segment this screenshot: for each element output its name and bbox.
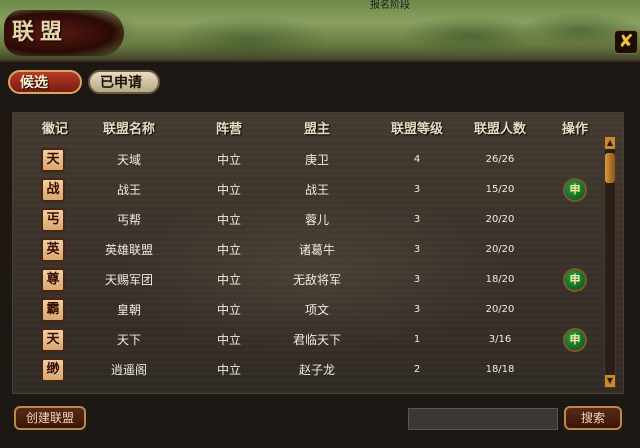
alliance-emblem: 战 <box>41 178 65 202</box>
header-level: 联盟等级 <box>390 122 443 137</box>
table-row[interactable]: 丐 丐帮 中立 蓉儿 3 20/20 <box>13 205 603 235</box>
table-header: 徽记 联盟名称 阵营 盟主 联盟等级 联盟人数 操作 <box>13 119 603 141</box>
alliance-emblem: 英 <box>41 238 65 262</box>
window-title: 联盟 <box>12 19 69 45</box>
alliance-name: 天赐军团 <box>104 273 153 287</box>
alliance-name: 天域 <box>116 153 141 167</box>
alliance-level: 2 <box>413 364 421 375</box>
header-alliance-name: 联盟名称 <box>102 122 155 137</box>
alliance-leader: 战王 <box>304 183 329 197</box>
search-button[interactable]: 搜索 <box>564 406 622 430</box>
alliance-name: 皇朝 <box>116 303 141 317</box>
alliance-name: 丐帮 <box>116 213 141 227</box>
alliance-members: 3/16 <box>488 334 512 345</box>
alliance-level: 4 <box>413 154 421 165</box>
alliance-emblem: 丐 <box>41 208 65 232</box>
table-row[interactable]: 天 天域 中立 庚卫 4 26/26 <box>13 145 603 175</box>
table-row[interactable]: 缈 逍遥阁 中立 赵子龙 2 18/18 <box>13 355 603 385</box>
search-input[interactable] <box>408 408 558 430</box>
alliance-level: 3 <box>413 244 421 255</box>
alliance-name: 逍遥阁 <box>110 363 147 377</box>
alliance-leader: 无敌将军 <box>292 273 341 287</box>
scroll-down-arrow-icon[interactable]: ▼ <box>605 375 615 387</box>
alliance-camp: 中立 <box>216 183 241 197</box>
alliance-level: 1 <box>413 334 421 345</box>
alliance-leader: 庚卫 <box>304 153 329 167</box>
alliance-emblem: 天 <box>41 328 65 352</box>
alliance-camp: 中立 <box>216 273 241 287</box>
header-leader: 盟主 <box>303 122 330 137</box>
alliance-leader: 诸葛牛 <box>298 243 335 257</box>
alliance-camp: 中立 <box>216 213 241 227</box>
list-scrollbar[interactable]: ▲ ▼ <box>604 136 616 388</box>
stage-label: 报名阶段 <box>370 0 410 11</box>
alliance-members: 18/18 <box>485 364 515 375</box>
alliance-list: 徽记 联盟名称 阵营 盟主 联盟等级 联盟人数 操作 天 天域 中立 庚卫 4 … <box>12 112 624 394</box>
alliance-members: 15/20 <box>485 184 515 195</box>
alliance-camp: 中立 <box>216 363 241 377</box>
alliance-members: 20/20 <box>485 304 515 315</box>
alliance-level: 3 <box>413 274 421 285</box>
alliance-level: 3 <box>413 304 421 315</box>
apply-button[interactable]: 申 <box>563 268 587 292</box>
scroll-thumb[interactable] <box>605 153 615 183</box>
alliance-emblem: 缈 <box>41 358 65 382</box>
table-row[interactable]: 战 战王 中立 战王 3 15/20 申 <box>13 175 603 205</box>
alliance-camp: 中立 <box>216 153 241 167</box>
table-row[interactable]: 英 英雄联盟 中立 诸葛牛 3 20/20 <box>13 235 603 265</box>
alliance-emblem: 天 <box>41 148 65 172</box>
alliance-camp: 中立 <box>216 303 241 317</box>
alliance-leader: 项文 <box>304 303 329 317</box>
header-emblem: 徽记 <box>41 122 68 137</box>
alliance-emblem: 尊 <box>41 268 65 292</box>
alliance-leader: 君临天下 <box>292 333 341 347</box>
alliance-camp: 中立 <box>216 243 241 257</box>
create-alliance-button[interactable]: 创建联盟 <box>14 406 86 430</box>
tab-bar: 候选 已申请 <box>6 66 626 96</box>
header-camp: 阵营 <box>215 122 242 137</box>
scroll-up-arrow-icon[interactable]: ▲ <box>605 137 615 149</box>
tab-applied[interactable]: 已申请 <box>88 70 160 94</box>
alliance-members: 18/20 <box>485 274 515 285</box>
alliance-emblem: 霸 <box>41 298 65 322</box>
alliance-level: 3 <box>413 214 421 225</box>
apply-button[interactable]: 申 <box>563 178 587 202</box>
header-action: 操作 <box>561 122 588 137</box>
alliance-members: 20/20 <box>485 214 515 225</box>
table-row[interactable]: 尊 天赐军团 中立 无敌将军 3 18/20 申 <box>13 265 603 295</box>
alliance-members: 20/20 <box>485 244 515 255</box>
header-members: 联盟人数 <box>473 122 526 137</box>
alliance-camp: 中立 <box>216 333 241 347</box>
alliance-name: 战王 <box>116 183 141 197</box>
alliance-name: 英雄联盟 <box>104 243 153 257</box>
alliance-name: 天下 <box>116 333 141 347</box>
alliance-leader: 赵子龙 <box>298 363 335 377</box>
alliance-members: 26/26 <box>485 154 515 165</box>
apply-button[interactable]: 申 <box>563 328 587 352</box>
alliance-leader: 蓉儿 <box>304 213 329 227</box>
tab-candidates[interactable]: 候选 <box>8 70 82 94</box>
alliance-level: 3 <box>413 184 421 195</box>
close-icon: ✘ <box>618 31 634 52</box>
table-row[interactable]: 霸 皇朝 中立 项文 3 20/20 <box>13 295 603 325</box>
close-button[interactable]: ✘ <box>614 30 638 54</box>
table-row[interactable]: 天 天下 中立 君临天下 1 3/16 申 <box>13 325 603 355</box>
